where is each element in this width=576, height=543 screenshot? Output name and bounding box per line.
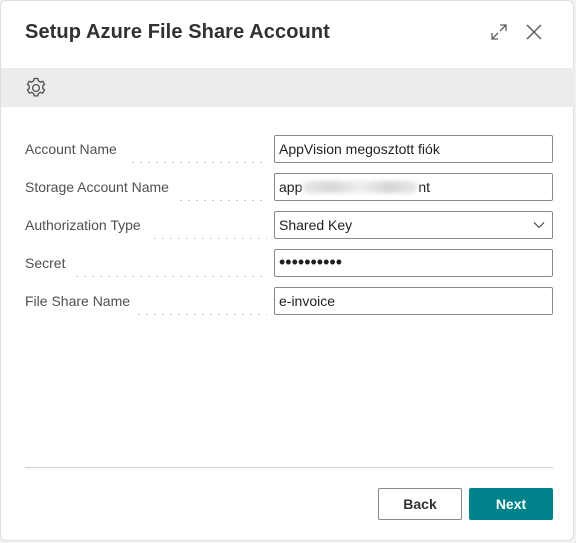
authorization-type-value: Shared Key — [279, 217, 353, 233]
account-name-label: Account Name — [25, 141, 117, 157]
close-icon — [526, 24, 542, 40]
form-row-authorization-type: Authorization Type Shared Key — [25, 211, 553, 249]
close-button[interactable] — [521, 19, 547, 45]
form-row-storage-account-name: Storage Account Name app nt — [25, 173, 553, 211]
account-name-input[interactable]: AppVision megosztott fiók — [274, 135, 553, 163]
expand-button[interactable] — [486, 19, 512, 45]
file-share-name-label: File Share Name — [25, 293, 131, 309]
leader-dots — [177, 173, 267, 201]
leader-dots — [135, 287, 267, 315]
form-row-secret: Secret •••••••••• — [25, 249, 553, 287]
gear-icon — [26, 77, 46, 97]
file-share-name-input[interactable]: e-invoice — [274, 287, 553, 315]
settings-button[interactable] — [24, 76, 48, 100]
authorization-type-select[interactable]: Shared Key — [274, 211, 553, 239]
setup-form: Account Name AppVision megosztott fiók S… — [25, 135, 553, 325]
chevron-down-icon — [533, 222, 545, 229]
redacted-text — [302, 181, 419, 194]
back-button[interactable]: Back — [378, 488, 462, 520]
storage-account-value-prefix: app — [279, 179, 303, 195]
leader-dots — [151, 211, 267, 239]
secret-label: Secret — [25, 255, 66, 271]
authorization-type-label: Authorization Type — [25, 217, 141, 233]
footer-divider — [25, 467, 553, 468]
dialog-title: Setup Azure File Share Account — [25, 21, 330, 43]
secret-input[interactable]: •••••••••• — [274, 249, 553, 277]
action-bar — [1, 68, 575, 107]
form-row-file-share-name: File Share Name e-invoice — [25, 287, 553, 325]
storage-account-value-suffix: nt — [418, 179, 431, 195]
storage-account-name-input[interactable]: app nt — [274, 173, 553, 201]
form-row-account-name: Account Name AppVision megosztott fiók — [25, 135, 553, 173]
setup-dialog: Setup Azure File Share Account Account N… — [0, 0, 575, 541]
leader-dots — [129, 135, 267, 163]
expand-icon — [491, 24, 507, 40]
storage-account-name-label: Storage Account Name — [25, 179, 169, 195]
leader-dots — [73, 249, 267, 277]
next-button[interactable]: Next — [469, 488, 553, 520]
